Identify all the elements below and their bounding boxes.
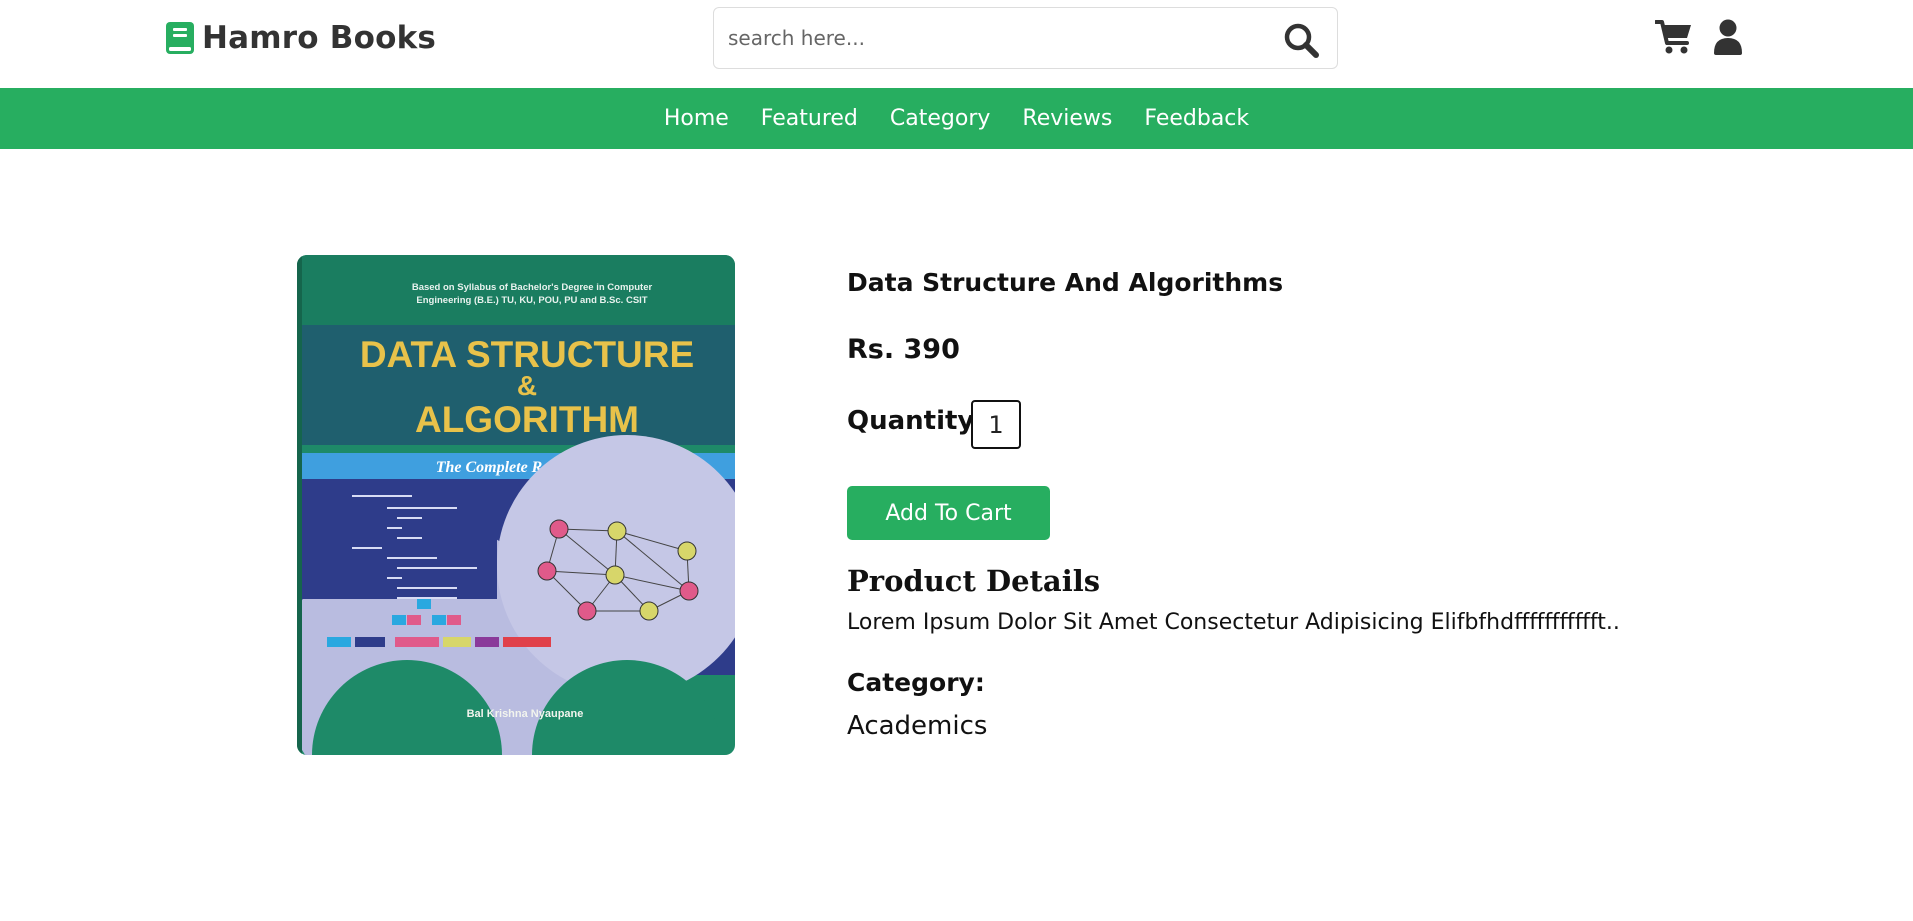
quantity-input[interactable] (971, 400, 1021, 449)
cover-title-line2: ALGORITHM (415, 399, 639, 440)
product-details-heading: Product Details (847, 564, 1101, 598)
nav-feedback[interactable]: Feedback (1144, 106, 1249, 131)
user-icon[interactable] (1713, 19, 1743, 55)
category-value: Academics (847, 711, 988, 741)
book-icon (166, 22, 194, 54)
header: Hamro Books (0, 0, 1913, 88)
cover-syllabus-line2: Engineering (B.E.) TU, KU, POU, PU and B… (416, 295, 647, 306)
nav-featured[interactable]: Featured (761, 106, 858, 131)
search-icon[interactable] (1283, 22, 1319, 58)
logo-link[interactable]: Hamro Books (166, 18, 436, 58)
quantity-label: Quantity (847, 406, 975, 436)
cover-title-amp: & (517, 370, 537, 401)
cover-syllabus-line1: Based on Syllabus of Bachelor's Degree i… (412, 282, 653, 293)
product-price: Rs. 390 (847, 334, 960, 365)
product-cover-image: Based on Syllabus of Bachelor's Degree i… (297, 255, 735, 755)
nav-home[interactable]: Home (664, 106, 729, 131)
product-details-text: Lorem Ipsum Dolor Sit Amet Consectetur A… (847, 610, 1620, 635)
product-title: Data Structure And Algorithms (847, 268, 1284, 297)
logo-text: Hamro Books (202, 20, 437, 56)
nav-reviews[interactable]: Reviews (1022, 106, 1112, 131)
cover-title-line1: DATA STRUCTURE (360, 334, 694, 375)
add-to-cart-button[interactable]: Add To Cart (847, 486, 1050, 540)
search-input[interactable] (728, 8, 1248, 68)
category-label: Category: (847, 668, 985, 697)
nav-category[interactable]: Category (890, 106, 991, 131)
cover-author: Bal Krishna Nyaupane (467, 708, 584, 720)
search-box (713, 7, 1338, 69)
navbar: Home Featured Category Reviews Feedback (0, 88, 1913, 149)
cart-icon[interactable] (1654, 19, 1693, 55)
